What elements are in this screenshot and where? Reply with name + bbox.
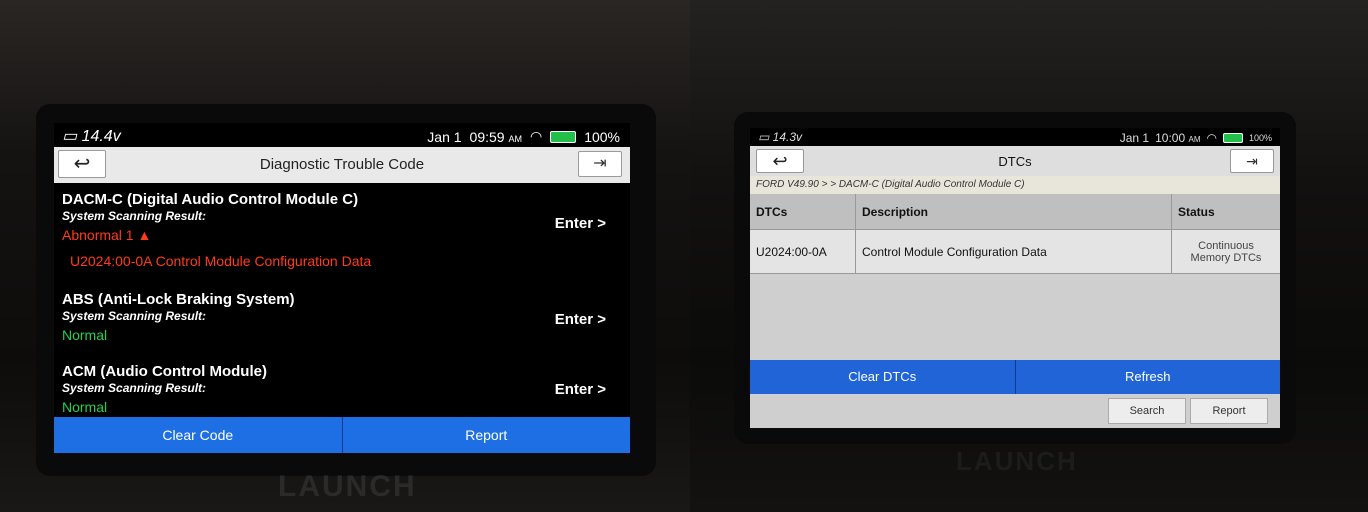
refresh-button[interactable]: Refresh [1016, 360, 1281, 394]
bottom-action-bar: Clear DTCs Refresh [750, 360, 1280, 394]
column-header-status: Status [1178, 205, 1215, 219]
scan-result-label: System Scanning Result: [62, 309, 207, 323]
status-right: Jan 1 09:59 AM ◠ 100% [427, 128, 620, 145]
system-item-abs[interactable]: ABS (Anti-Lock Braking System) System Sc… [62, 291, 622, 349]
cell-dtc-code: U2024:00-0A [750, 230, 856, 273]
status-date: Jan 1 [1119, 131, 1150, 145]
table-header: DTCs Description Status [750, 194, 1280, 230]
column-header-description: Description [856, 194, 1172, 229]
report-button[interactable]: Report [1190, 398, 1268, 424]
left-brand-logo: LAUNCH [278, 470, 417, 503]
status-ampm: AM [508, 133, 522, 144]
system-name: ACM (Audio Control Module) [62, 363, 267, 380]
exit-button[interactable]: ⇥ [578, 151, 622, 177]
title-bar: ↩ DTCs ⇥ [750, 146, 1280, 176]
table-row[interactable]: U2024:00-0A Control Module Configuration… [750, 230, 1280, 274]
status-bar: ▭ 14.4v Jan 1 09:59 AM ◠ 100% [54, 123, 630, 147]
scan-result-normal: Normal [62, 327, 108, 343]
battery-voltage-icon: ▭ [62, 128, 82, 145]
search-button[interactable]: Search [1108, 398, 1186, 424]
bottom-action-bar: Clear Code Report [54, 417, 630, 453]
cell-description: Control Module Configuration Data [856, 230, 1172, 273]
battery-icon [550, 130, 577, 143]
enter-button-abs[interactable]: Enter > [555, 311, 606, 328]
exit-button[interactable]: ⇥ [1230, 149, 1274, 173]
title-bar: ↩ Diagnostic Trouble Code ⇥ [54, 147, 630, 183]
clear-dtcs-button[interactable]: Clear DTCs [750, 360, 1016, 394]
battery-percent: 100% [584, 128, 620, 145]
page-title: DTCs [998, 154, 1032, 169]
system-name: ABS (Anti-Lock Braking System) [62, 291, 295, 308]
status-time: 10:00 [1155, 131, 1186, 145]
report-button[interactable]: Report [343, 417, 631, 453]
scan-result-normal: Normal [62, 399, 108, 415]
system-name: DACM-C (Digital Audio Control Module C) [62, 191, 359, 208]
scan-result-label: System Scanning Result: [62, 381, 207, 395]
wifi-icon: ◠ [1206, 131, 1217, 145]
exit-icon: ⇥ [593, 155, 607, 172]
system-item-dacm-c[interactable]: DACM-C (Digital Audio Control Module C) … [62, 191, 622, 281]
voltage-readout: ▭ 14.4v [62, 126, 121, 146]
status-ampm: AM [1188, 135, 1201, 144]
secondary-toolbar: Search Report [750, 394, 1280, 428]
scan-result-value: Abnormal 1 [62, 227, 134, 243]
right-screen: ▭ 14.3v Jan 1 10:00 AM ◠ 100% ↩ DTCs ⇥ F… [750, 128, 1280, 428]
voltage-readout: ▭ 14.3v [758, 130, 802, 144]
right-brand-logo: LAUNCH [956, 446, 1078, 476]
clear-code-button[interactable]: Clear Code [54, 417, 343, 453]
exit-icon: ⇥ [1246, 153, 1258, 169]
system-item-acm[interactable]: ACM (Audio Control Module) System Scanni… [62, 363, 622, 417]
battery-percent: 100% [1248, 133, 1272, 143]
scan-result-label: System Scanning Result: [62, 209, 207, 223]
dtc-item: U2024:00-0A Control Module Configuration… [70, 253, 372, 269]
wifi-icon: ◠ [529, 128, 543, 144]
status-date: Jan 1 [427, 128, 462, 145]
battery-voltage-icon: ▭ [758, 130, 773, 144]
left-screen: ▭ 14.4v Jan 1 09:59 AM ◠ 100% ↩ Diagnost… [54, 123, 630, 453]
collapse-triangle-icon[interactable]: ▲ [137, 227, 151, 243]
status-right: Jan 1 10:00 AM ◠ 100% [1120, 131, 1272, 145]
column-header-dtcs: DTCs [750, 194, 856, 229]
enter-button-acm[interactable]: Enter > [555, 381, 606, 398]
scan-result-abnormal[interactable]: Abnormal 1 ▲ [62, 227, 622, 243]
cell-status: Continuous Memory DTCs [1190, 239, 1262, 264]
dtc-table: DTCs Description Status U2024:00-0A Cont… [750, 194, 1280, 360]
enter-button-dacm-c[interactable]: Enter > [555, 215, 606, 232]
breadcrumb: FORD V49.90 > > DACM-C (Digital Audio Co… [750, 176, 1280, 194]
voltage-value: 14.3v [772, 130, 803, 144]
battery-icon [1222, 133, 1243, 143]
voltage-value: 14.4v [81, 128, 121, 145]
page-title: Diagnostic Trouble Code [259, 156, 425, 173]
status-time: 09:59 [469, 128, 505, 145]
status-bar: ▭ 14.3v Jan 1 10:00 AM ◠ 100% [750, 128, 1280, 146]
